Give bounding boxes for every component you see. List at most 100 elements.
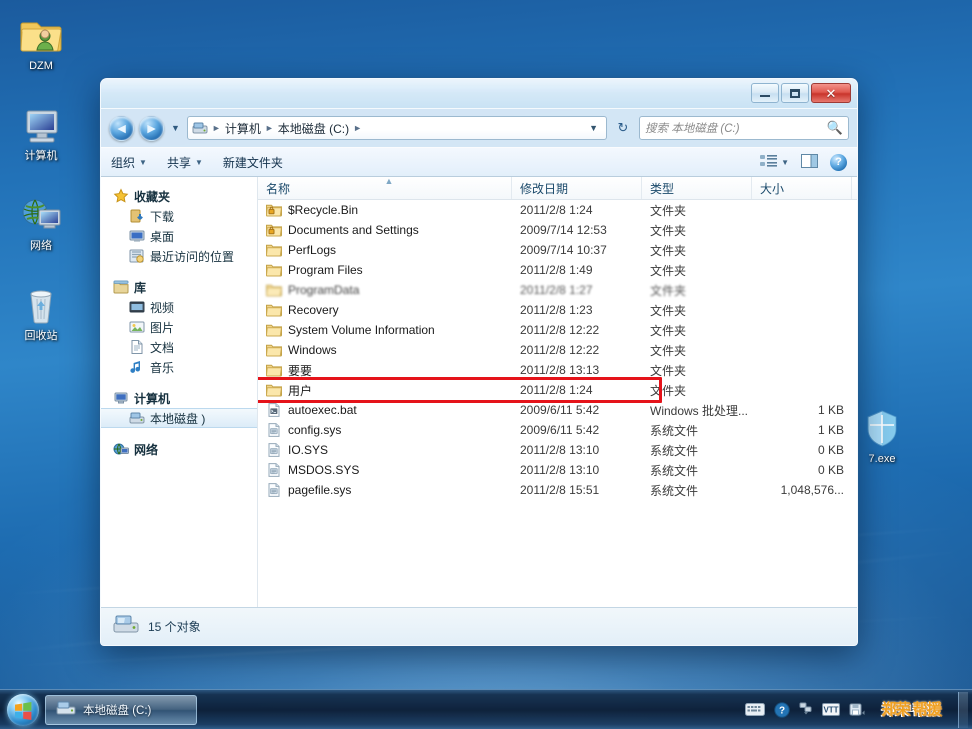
sidebar-item-recent-places[interactable]: 最近访问的位置	[101, 246, 257, 266]
minimize-button[interactable]	[751, 83, 779, 103]
file-date-cell: 2011/2/8 12:22	[520, 323, 600, 337]
file-type-cell: 文件夹	[650, 363, 687, 378]
sidebar-item-documents[interactable]: 文档	[101, 337, 257, 357]
breadcrumb-computer[interactable]: 计算机	[225, 120, 261, 137]
table-row[interactable]: 用户 2011/2/8 1:24 文件夹	[258, 380, 857, 400]
downloads-icon	[129, 208, 145, 224]
table-row[interactable]: $Recycle.Bin 2011/2/8 1:24 文件夹	[258, 200, 857, 220]
sidebar-item-videos[interactable]: 视频	[101, 297, 257, 317]
column-label: 修改日期	[520, 181, 569, 196]
desktop-icon-network[interactable]: 网络	[4, 192, 78, 253]
column-header-type[interactable]: 类型	[642, 177, 752, 199]
column-header-size[interactable]: 大小	[752, 177, 852, 199]
network-tray-icon[interactable]	[799, 702, 813, 718]
desktop-icon	[129, 228, 145, 244]
share-button[interactable]: 共享 ▼	[167, 154, 203, 171]
desktop-icon-recycle-bin[interactable]: 回收站	[4, 282, 78, 343]
column-header-date[interactable]: 修改日期	[512, 177, 642, 199]
file-date-cell: 2011/2/8 13:10	[520, 463, 600, 477]
file-name-cell: pagefile.sys	[258, 483, 512, 497]
file-type-cell: 文件夹	[650, 323, 687, 338]
file-type-cell: 文件夹	[650, 343, 687, 358]
search-box[interactable]: 搜索 本地磁盘 (C:) 🔍	[639, 116, 849, 140]
window-titlebar[interactable]: ✕	[101, 79, 857, 109]
file-type-cell: 系统文件	[650, 463, 699, 478]
sidebar-item-desktop[interactable]: 桌面	[101, 226, 257, 246]
desktop-icon-label: 计算机	[24, 150, 58, 162]
file-name-label: Documents and Settings	[288, 223, 419, 237]
forward-button[interactable]: ►	[139, 115, 164, 141]
file-name-label: pagefile.sys	[288, 483, 352, 497]
table-row[interactable]: Program Files 2011/2/8 1:49 文件夹	[258, 260, 857, 280]
keyboard-icon[interactable]	[745, 703, 765, 716]
clock[interactable]: 2011/2/8 郑荣 帮援	[874, 701, 948, 718]
sidebar-item-pictures[interactable]: 图片	[101, 317, 257, 337]
address-dropdown-icon[interactable]: ▼	[585, 123, 602, 133]
back-button[interactable]: ◄	[109, 115, 134, 141]
breadcrumb-local-disk[interactable]: 本地磁盘 (C:)	[278, 120, 349, 137]
taskbar-button-local-disk[interactable]: 本地磁盘 (C:)	[45, 694, 197, 725]
window-controls: ✕	[751, 83, 851, 103]
file-date-cell: 2009/6/11 5:42	[520, 423, 600, 437]
nav-group-libraries[interactable]: 库	[101, 277, 257, 297]
table-row[interactable]: autoexec.bat 2009/6/11 5:42 Windows 批处理...…	[258, 400, 857, 420]
nav-group-computer[interactable]: 计算机	[101, 388, 257, 408]
new-folder-button[interactable]: 新建文件夹	[223, 154, 283, 171]
address-bar[interactable]: ► 计算机 ► 本地磁盘 (C:) ► ▼	[186, 116, 607, 140]
nav-label: 图片	[150, 320, 175, 335]
file-size-cell: 0 KB	[817, 443, 844, 457]
table-row[interactable]: 要要 2011/2/8 13:13 文件夹	[258, 360, 857, 380]
table-row[interactable]: IO.SYS 2011/2/8 13:10 系统文件 0 KB	[258, 440, 857, 460]
toolbar-right-group: ▼ ?	[760, 153, 847, 171]
nav-label: 收藏夹	[134, 189, 171, 204]
table-row[interactable]: Recovery 2011/2/8 1:23 文件夹	[258, 300, 857, 320]
network-icon	[4, 192, 78, 238]
maximize-button[interactable]	[781, 83, 809, 103]
file-name-cell: Windows	[258, 343, 512, 357]
table-row[interactable]: pagefile.sys 2011/2/8 15:51 系统文件 1,048,576.…	[258, 480, 857, 500]
table-row[interactable]: Windows 2011/2/8 12:22 文件夹	[258, 340, 857, 360]
file-date-cell: 2011/2/8 1:24	[520, 383, 593, 397]
organize-button[interactable]: 组织 ▼	[111, 154, 147, 171]
show-desktop-button[interactable]	[958, 691, 968, 728]
drive-icon	[192, 121, 208, 136]
bat-file-icon	[266, 403, 282, 417]
preview-pane-button[interactable]	[801, 153, 818, 171]
recent-pages-dropdown-icon[interactable]: ▼	[169, 123, 182, 133]
file-size-cell: 1 KB	[817, 423, 844, 437]
eject-icon[interactable]	[849, 702, 865, 717]
table-row[interactable]: PerfLogs 2009/7/14 10:37 文件夹	[258, 240, 857, 260]
sidebar-item-music[interactable]: 音乐	[101, 357, 257, 377]
file-type-cell: 系统文件	[650, 483, 699, 498]
table-row[interactable]: System Volume Information 2011/2/8 12:22 文…	[258, 320, 857, 340]
vtt-icon[interactable]: VTT	[822, 703, 840, 716]
file-name-label: Windows	[288, 343, 337, 357]
start-button[interactable]	[7, 693, 39, 726]
file-date-cell: 2011/2/8 13:10	[520, 443, 600, 457]
nav-group-network[interactable]: 网络	[101, 439, 257, 459]
column-header-name[interactable]: ▲ 名称	[258, 177, 512, 199]
table-row[interactable]: config.sys 2009/6/11 5:42 系统文件 1 KB	[258, 420, 857, 440]
table-row[interactable]: Documents and Settings 2009/7/14 12:53 文件夹	[258, 220, 857, 240]
file-date-cell: 2011/2/8 1:27	[520, 283, 593, 297]
desktop-icon-computer[interactable]: 计算机	[4, 102, 78, 163]
sys-file-icon	[266, 483, 282, 497]
sidebar-item-downloads[interactable]: 下载	[101, 206, 257, 226]
file-name-label: autoexec.bat	[288, 403, 357, 417]
table-row[interactable]: ProgramData 2011/2/8 1:27 文件夹	[258, 280, 857, 300]
file-size-cell: 1 KB	[817, 403, 844, 417]
table-row[interactable]: MSDOS.SYS 2011/2/8 13:10 系统文件 0 KB	[258, 460, 857, 480]
desktop-icon-dzm[interactable]: DZM	[4, 12, 78, 73]
file-name-cell: ProgramData	[258, 283, 512, 297]
change-view-button[interactable]: ▼	[760, 154, 789, 171]
refresh-button[interactable]: ↻	[612, 116, 634, 140]
help-button[interactable]: ?	[830, 153, 847, 171]
close-button[interactable]: ✕	[811, 83, 851, 103]
nav-group-favorites[interactable]: 收藏夹	[101, 186, 257, 206]
breadcrumb-separator: ►	[211, 123, 221, 133]
address-bar-row: ◄ ► ▼ ► 计算机 ► 本地磁盘 (C:) ► ▼ ↻ 搜索 本地磁盘 (C…	[101, 109, 857, 147]
view-list-icon	[760, 154, 778, 171]
sidebar-item-local-disk[interactable]: 本地磁盘 )	[101, 408, 257, 428]
nav-label: 下载	[150, 209, 175, 224]
help-icon[interactable]: ?	[774, 701, 790, 718]
